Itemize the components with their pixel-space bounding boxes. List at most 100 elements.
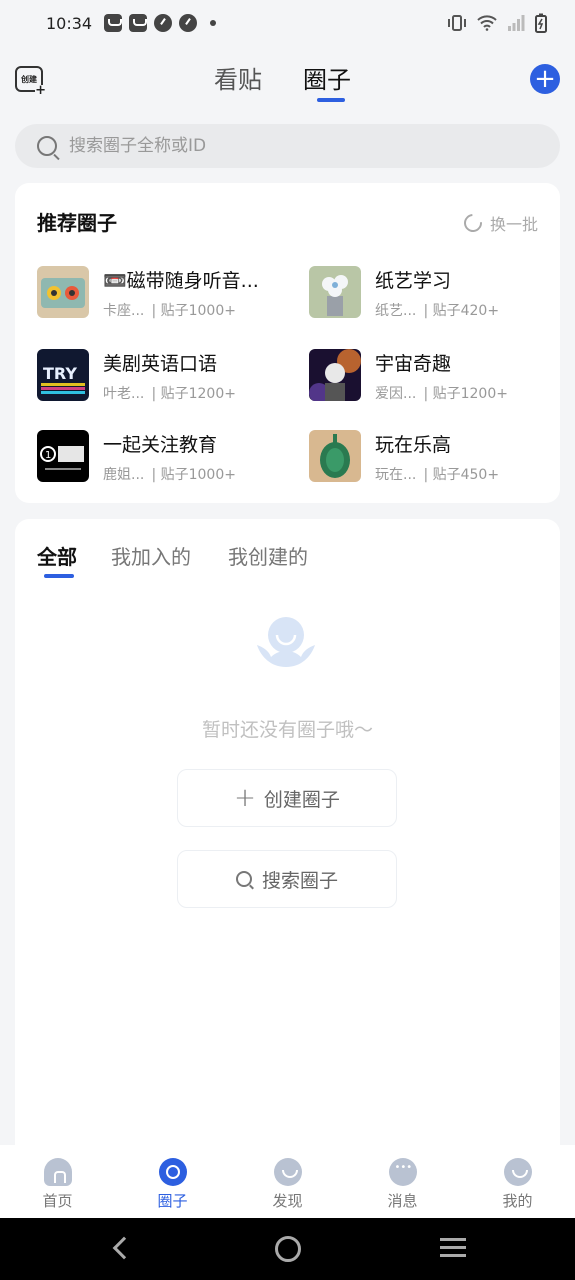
system-navigation-bar [0,1218,575,1280]
tab-posts[interactable]: 看贴 [214,60,262,95]
circle-post-count: | 贴子1200+ [423,386,508,402]
circle-meta: 鹿姐... | 贴子1000+ [103,464,236,484]
create-circle-icon[interactable]: 创建 + [15,66,46,97]
circle-thumbnail [309,349,361,401]
empty-state-text: 暂时还没有圈子哦～ [201,719,373,741]
my-circles-card: 全部 我加入的 我创建的 暂时还没有圈子哦～ + 创建圈子 搜索圈子 [15,519,560,1159]
circle-name: 纸艺学习 [375,270,452,292]
active-tab-indicator [44,574,74,578]
nav-item-circles[interactable]: 圈子 [115,1145,230,1218]
speed-gauge-icon [179,14,198,32]
circle-post-count: | 贴子1000+ [151,303,236,319]
circle-item[interactable]: 纸艺学习 纸艺... | 贴子420+ [309,266,559,322]
create-circle-button[interactable]: + 创建圈子 [177,769,397,827]
circle-thumbnail [309,266,361,318]
circle-post-count: | 贴子1000+ [151,467,236,483]
tab-circles[interactable]: 圈子 [303,60,351,95]
profile-icon [503,1158,532,1186]
add-button[interactable]: + [530,64,560,94]
circle-meta: 卡座... | 贴子1000+ [103,300,236,320]
top-header: 创建 + 看贴 圈子 + [0,46,575,112]
nav-item-messages[interactable]: 消息 [345,1145,460,1218]
system-status-icons [447,13,547,33]
svg-text:TRY: TRY [43,364,77,383]
plus-icon: + [35,83,46,98]
svg-text:1: 1 [45,450,51,461]
search-input[interactable] [69,136,509,156]
circle-post-count: | 贴子450+ [423,467,500,483]
circle-thumbnail [37,266,89,318]
search-icon [37,136,57,156]
recommended-circles-card: 推荐圈子 换一批 📼磁带随身听音... 卡座... | 贴子1000+ 纸艺学习… [15,183,560,503]
message-icon [388,1158,417,1186]
circle-name: 宇宙奇趣 [375,353,452,375]
active-tab-indicator [317,98,345,102]
create-circle-label: 创建圈子 [263,788,340,811]
recent-apps-icon[interactable] [440,1238,466,1258]
circle-thumbnail: TRY [37,349,89,401]
vibrate-icon [448,15,466,31]
battery-charging-icon [535,13,547,33]
nav-label: 我的 [502,1192,533,1210]
tab-joined[interactable]: 我加入的 [111,541,191,570]
search-circle-button[interactable]: 搜索圈子 [177,850,397,908]
circle-owner: 纸艺... [375,303,417,319]
tab-created[interactable]: 我创建的 [228,541,308,570]
circle-meta: 纸艺... | 贴子420+ [375,300,499,320]
circle-meta: 玩在... | 贴子450+ [375,464,499,484]
circle-item[interactable]: 📼磁带随身听音... 卡座... | 贴子1000+ [37,266,287,322]
circle-name: 玩在乐高 [375,434,452,456]
nav-label: 发现 [272,1192,303,1210]
nav-label: 首页 [42,1192,73,1210]
bottom-navigation: 首页 圈子 发现 消息 我的 [0,1145,575,1218]
nav-item-discover[interactable]: 发现 [230,1145,345,1218]
section-title: 推荐圈子 [37,211,117,235]
discover-icon [273,1158,302,1186]
circle-post-count: | 贴子420+ [423,303,500,319]
circle-owner: 卡座... [103,303,145,319]
home-button-icon[interactable] [275,1236,301,1262]
circle-owner: 叶老... [103,386,145,402]
circle-item[interactable]: 宇宙奇趣 爱因... | 贴子1200+ [309,349,559,405]
nav-item-profile[interactable]: 我的 [460,1145,575,1218]
signal-icon [508,15,525,31]
circle-meta: 叶老... | 贴子1200+ [103,383,236,403]
shopping-bag-icon [129,14,148,32]
circle-name: 美剧英语口语 [103,353,218,375]
circle-post-count: | 贴子1200+ [151,386,236,402]
circle-thumbnail [309,430,361,482]
refresh-icon [460,210,486,236]
tab-all[interactable]: 全部 [37,541,77,570]
home-icon [43,1158,72,1186]
search-bar[interactable] [15,124,560,168]
circle-owner: 玩在... [375,467,417,483]
circle-item[interactable]: 玩在乐高 玩在... | 贴子450+ [309,430,559,486]
status-bar: 10:34 [0,0,575,46]
more-notifications-dot-icon [210,20,217,26]
search-icon [235,871,252,887]
circle-item[interactable]: TRY 美剧英语口语 叶老... | 贴子1200+ [37,349,287,405]
nav-label: 消息 [387,1192,418,1210]
plus-icon: + [534,64,556,94]
plus-icon: + [234,783,256,813]
speed-gauge-icon [154,14,173,32]
circle-meta: 爱因... | 贴子1200+ [375,383,508,403]
nav-label: 圈子 [157,1192,188,1210]
circle-icon [158,1158,187,1186]
circle-owner: 鹿姐... [103,467,145,483]
circle-item[interactable]: 1 一起关注教育 鹿姐... | 贴子1000+ [37,430,287,486]
circle-name: 一起关注教育 [103,434,218,456]
notification-icons [104,14,217,32]
search-circle-label: 搜索圈子 [261,869,338,892]
status-time: 10:34 [46,13,93,33]
empty-state-illustration-icon [257,617,315,667]
nav-item-home[interactable]: 首页 [0,1145,115,1218]
circle-thumbnail: 1 [37,430,89,482]
refresh-button[interactable]: 换一批 [460,210,538,236]
circle-owner: 爱因... [375,386,417,402]
refresh-label: 换一批 [489,215,538,234]
back-icon[interactable] [112,1236,136,1260]
wifi-icon [477,15,497,31]
shopping-bag-icon [104,14,123,32]
circle-name: 📼磁带随身听音... [103,270,259,292]
